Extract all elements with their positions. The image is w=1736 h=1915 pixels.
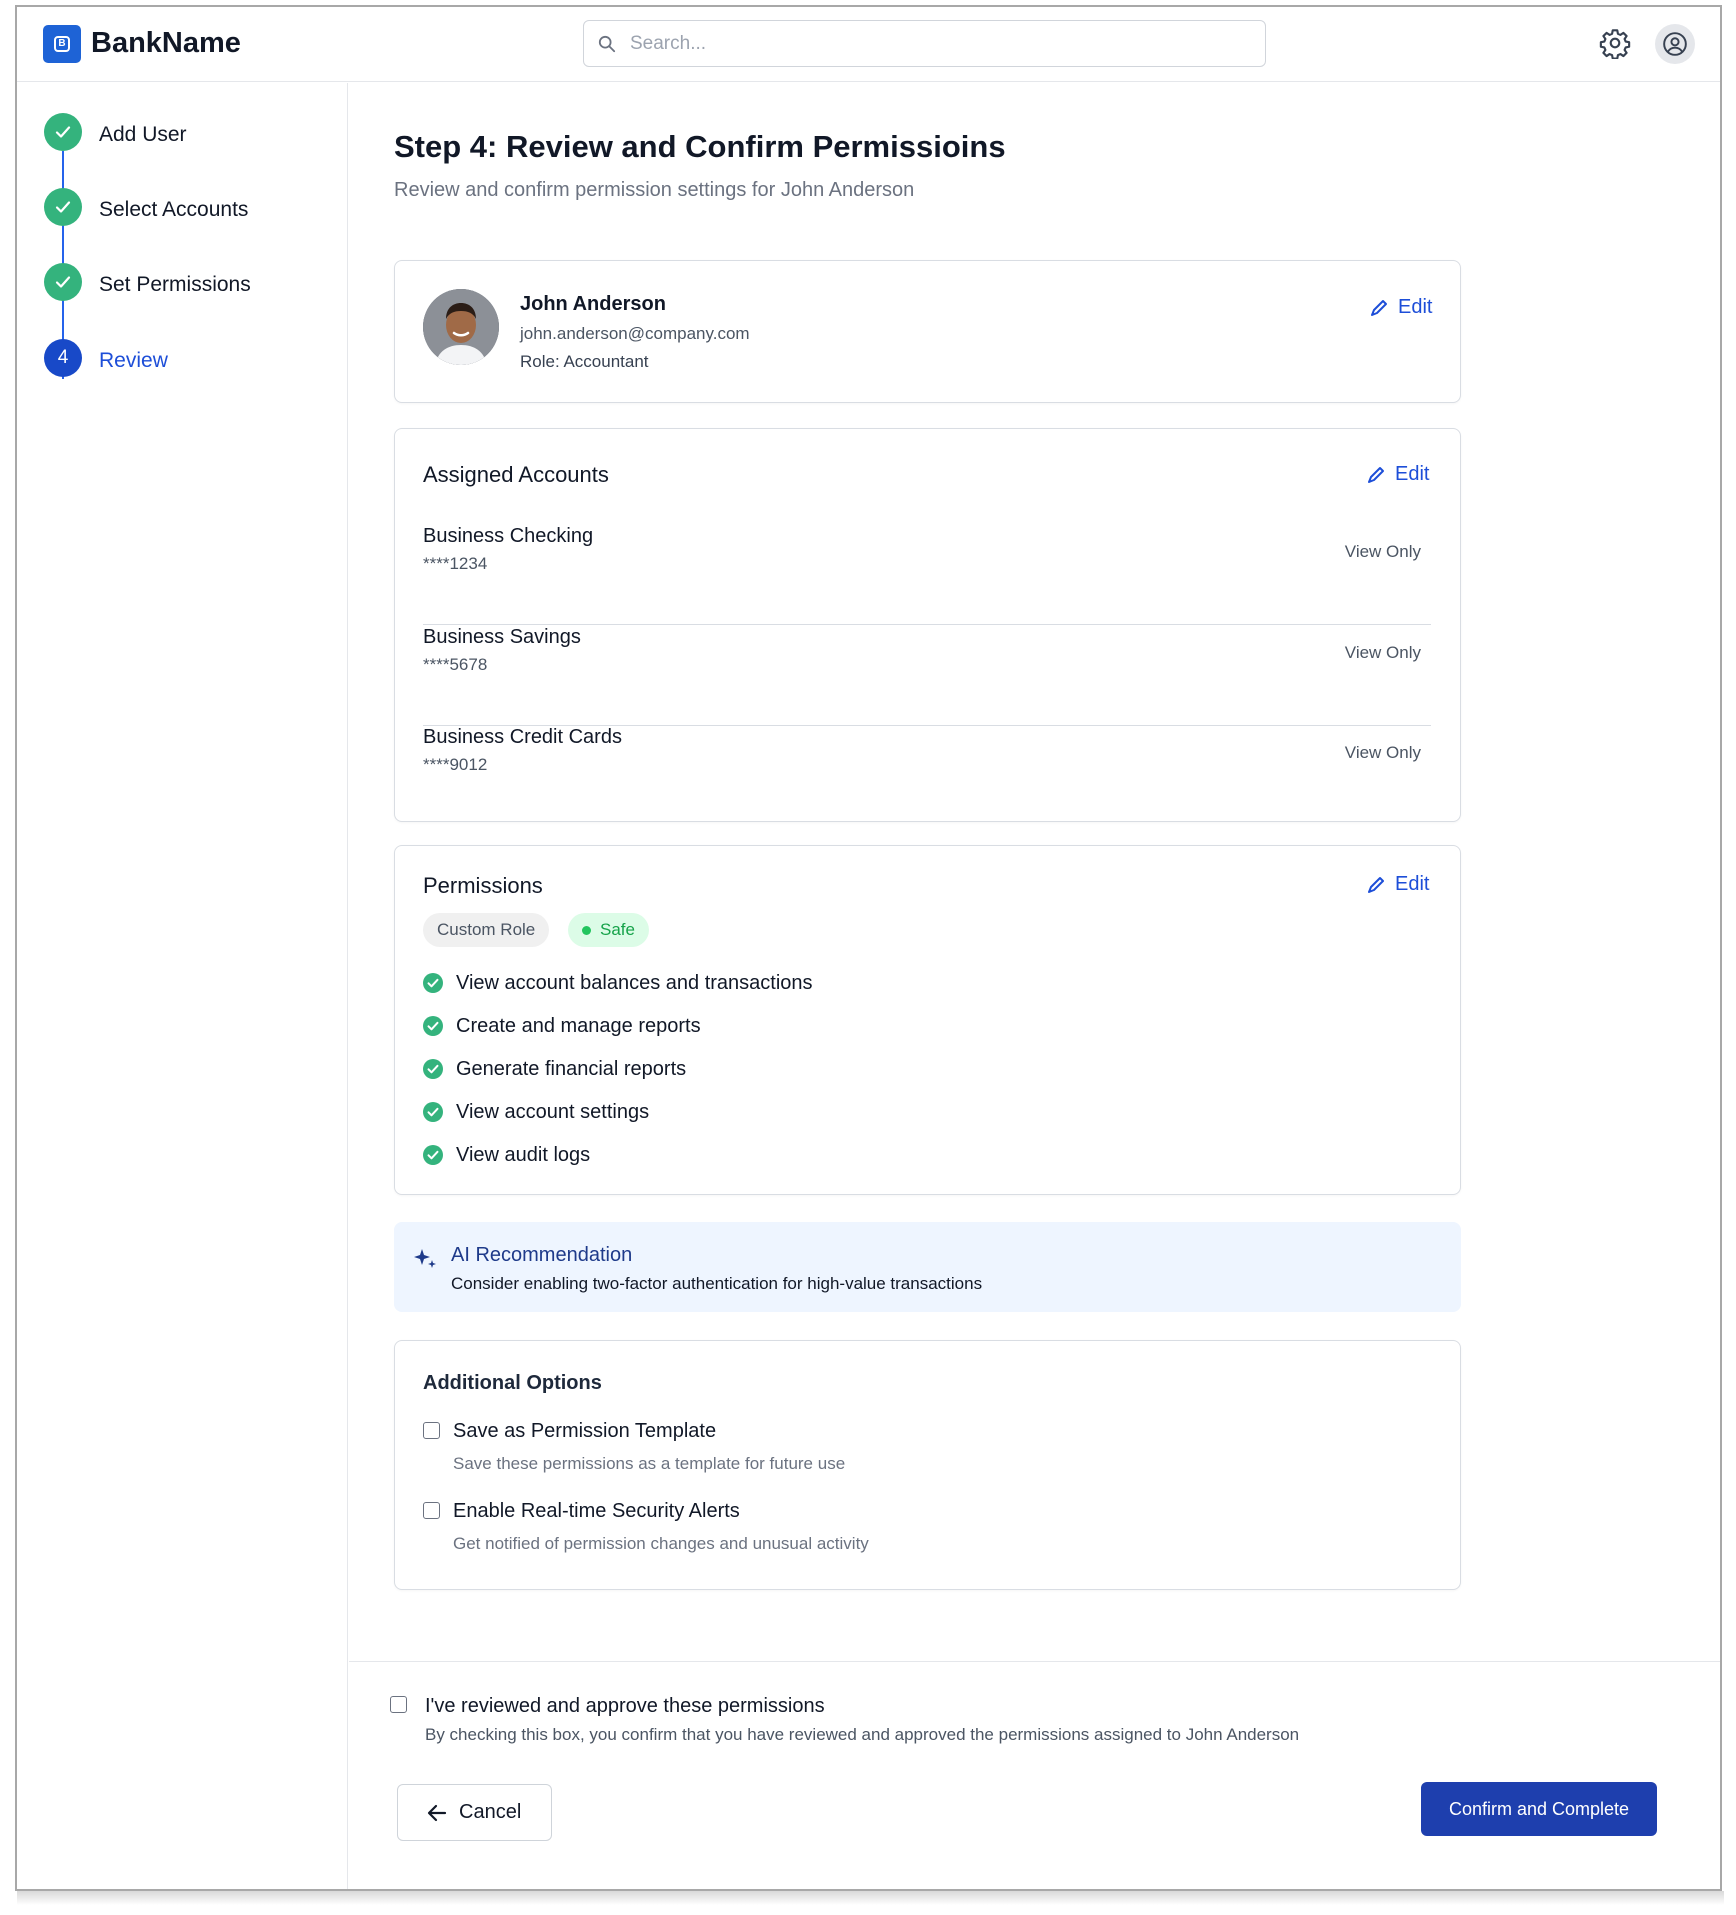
- step-label-select-accounts[interactable]: Select Accounts: [99, 198, 248, 222]
- save-template-label[interactable]: Save as Permission Template: [453, 1420, 716, 1443]
- status-badge: Safe: [568, 913, 649, 947]
- additional-options-title: Additional Options: [423, 1372, 602, 1394]
- check-circle-icon: [423, 1145, 443, 1165]
- user-role: Role: Accountant: [520, 352, 649, 371]
- search-icon: [598, 35, 616, 53]
- window-shadow: [17, 1891, 1724, 1905]
- step-complete-icon: [44, 263, 82, 301]
- step-complete-icon: [44, 188, 82, 226]
- pencil-icon: [1371, 300, 1387, 316]
- search-box[interactable]: [583, 20, 1266, 67]
- account-row: Business Credit Cards ****9012 View Only: [423, 726, 1431, 826]
- permission-label: View account balances and transactions: [456, 972, 813, 994]
- cancel-button[interactable]: Cancel: [397, 1784, 552, 1841]
- step-label-review[interactable]: Review: [99, 349, 168, 373]
- security-alerts-checkbox[interactable]: [423, 1502, 440, 1519]
- approve-label[interactable]: I've reviewed and approve these permissi…: [425, 1695, 825, 1718]
- account-name: Business Credit Cards: [423, 726, 622, 748]
- logo-letter: B: [54, 36, 70, 52]
- search-input[interactable]: [630, 31, 1230, 57]
- account-row: Business Savings ****5678 View Only: [423, 626, 1431, 726]
- permission-label: Create and manage reports: [456, 1015, 701, 1037]
- cancel-label: Cancel: [459, 1801, 522, 1823]
- user-circle-icon: [1663, 32, 1687, 56]
- brand-name: BankName: [91, 27, 241, 59]
- account-number: ****9012: [423, 755, 488, 774]
- step-label-set-permissions[interactable]: Set Permissions: [99, 273, 251, 297]
- step-complete-icon: [44, 113, 82, 151]
- edit-label: Edit: [1398, 296, 1433, 318]
- edit-label: Edit: [1395, 873, 1430, 895]
- ai-recommendation-text: Consider enabling two-factor authenticat…: [451, 1274, 983, 1293]
- pencil-icon: [1368, 467, 1384, 483]
- account-row: Business Checking ****1234 View Only: [423, 525, 1431, 625]
- assigned-accounts-title: Assigned Accounts: [423, 462, 609, 487]
- user-avatar: [423, 289, 499, 365]
- assigned-accounts-card: Assigned Accounts Edit Business Checking…: [394, 428, 1461, 822]
- pencil-icon: [1368, 877, 1384, 893]
- check-circle-icon: [423, 1016, 443, 1036]
- page-title: Step 4: Review and Confirm Permissioins: [394, 129, 1006, 164]
- permissions-card: Permissions Edit Custom Role Safe View a…: [394, 845, 1461, 1195]
- save-template-checkbox[interactable]: [423, 1422, 440, 1439]
- account-number: ****1234: [423, 554, 488, 573]
- check-circle-icon: [423, 973, 443, 993]
- footer-divider: [349, 1661, 1720, 1662]
- account-name: Business Checking: [423, 525, 594, 547]
- role-badge: Custom Role: [423, 913, 550, 947]
- user-summary-card: John Anderson john.anderson@company.com …: [394, 260, 1461, 403]
- page-subtitle: Review and confirm permission settings f…: [394, 179, 915, 201]
- approve-checkbox[interactable]: [390, 1696, 407, 1713]
- user-name: John Anderson: [520, 293, 666, 315]
- security-alerts-label[interactable]: Enable Real-time Security Alerts: [453, 1500, 740, 1523]
- edit-label: Edit: [1395, 463, 1430, 485]
- stepper-sidebar: Add User Select Accounts Set Permissions…: [17, 83, 348, 1889]
- status-badge-label: Safe: [600, 920, 635, 939]
- account-name: Business Savings: [423, 626, 581, 648]
- sparkles-icon: [414, 1249, 436, 1268]
- additional-options-card: Additional Options Save as Permission Te…: [394, 1340, 1461, 1590]
- account-permission: View Only: [1344, 643, 1421, 662]
- account-permission: View Only: [1344, 743, 1421, 762]
- ai-recommendation: AI Recommendation Consider enabling two-…: [394, 1222, 1461, 1312]
- ai-recommendation-title: AI Recommendation: [451, 1244, 633, 1266]
- confirm-button[interactable]: Confirm and Complete: [1421, 1782, 1657, 1836]
- approve-description: By checking this box, you confirm that y…: [425, 1725, 1300, 1744]
- profile-button[interactable]: [1655, 24, 1695, 64]
- permissions-title: Permissions: [423, 873, 543, 898]
- top-header: B BankName: [17, 7, 1720, 82]
- bank-logo: B: [43, 25, 81, 63]
- security-alerts-description: Get notified of permission changes and u…: [453, 1534, 869, 1553]
- account-permission: View Only: [1344, 542, 1421, 561]
- check-circle-icon: [423, 1059, 443, 1079]
- gear-icon[interactable]: [1599, 27, 1631, 60]
- save-template-description: Save these permissions as a template for…: [453, 1454, 846, 1473]
- arrow-left-icon: [427, 1804, 447, 1822]
- permission-label: View audit logs: [456, 1144, 591, 1166]
- step-label-add-user[interactable]: Add User: [99, 123, 187, 147]
- user-email: john.anderson@company.com: [520, 324, 750, 343]
- permission-label: View account settings: [456, 1101, 650, 1123]
- permission-label: Generate financial reports: [456, 1058, 687, 1080]
- app-window: B BankName Search... Add User Select Acc…: [15, 5, 1722, 1891]
- status-dot: [582, 926, 591, 935]
- check-circle-icon: [423, 1102, 443, 1122]
- account-number: ****5678: [423, 655, 488, 674]
- step-number-badge: 4: [44, 339, 82, 377]
